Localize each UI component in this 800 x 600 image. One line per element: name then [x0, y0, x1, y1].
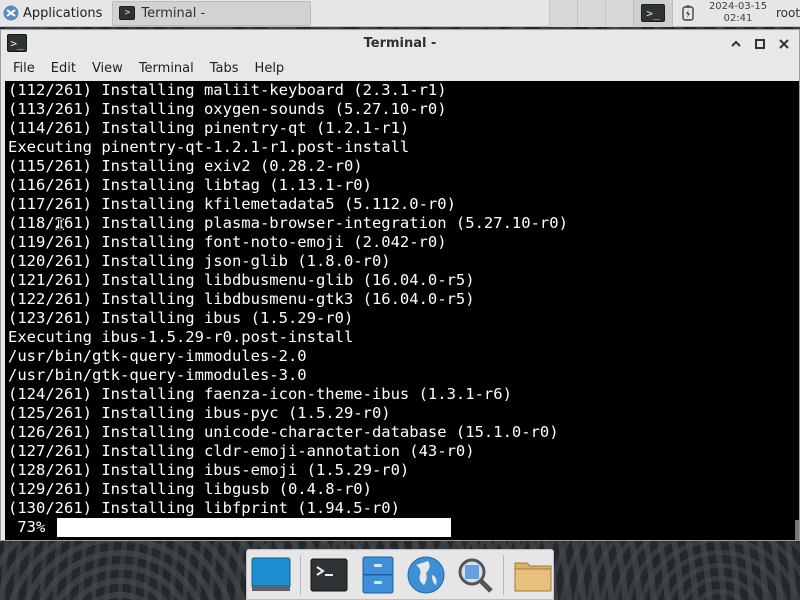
xfce-logo-icon — [3, 5, 19, 21]
app-finder-launcher[interactable] — [455, 553, 496, 597]
window-title: Terminal - — [363, 36, 437, 51]
window-titlebar[interactable]: Terminal - >_ — [1, 30, 799, 57]
terminal-line: (117/261) Installing kfilemetadata5 (5.1… — [8, 195, 456, 213]
dock-separator — [503, 554, 505, 595]
minimize-button[interactable] — [725, 33, 747, 55]
terminal-window: Terminal - >_ File Edit View Terminal Ta… — [0, 29, 800, 541]
power-manager-button[interactable] — [673, 0, 703, 27]
panel-terminal-launcher[interactable]: >_ — [633, 0, 673, 27]
terminal-line: (122/261) Installing libdbusmenu-gtk3 (1… — [8, 290, 475, 308]
web-browser-icon — [407, 556, 445, 593]
progress-row: 73% — [5, 518, 799, 537]
clock-date: 2024-03-15 — [708, 1, 768, 12]
close-button[interactable] — [773, 33, 795, 55]
terminal-line: Executing ibus-1.5.29-r0.post-install — [8, 328, 354, 346]
text-cursor-icon: I — [55, 215, 65, 234]
terminal-line: /usr/bin/gtk-query-immodules-2.0 — [8, 347, 307, 365]
menu-view[interactable]: View — [84, 57, 131, 81]
terminal-scrollbar[interactable] — [795, 81, 799, 540]
terminal-line: (129/261) Installing libgusb (0.4.8-r0) — [8, 480, 372, 498]
menu-edit[interactable]: Edit — [43, 57, 84, 81]
terminal-line: (125/261) Installing ibus-pyc (1.5.29-r0… — [8, 404, 391, 422]
terminal-icon: >_ — [641, 4, 665, 22]
workspace-switcher-3[interactable] — [605, 0, 633, 27]
terminal-line: (119/261) Installing font-noto-emoji (2.… — [8, 233, 447, 251]
close-icon — [779, 38, 789, 49]
window-controls — [725, 30, 795, 57]
terminal-line: (114/261) Installing pinentry-qt (1.2.1-… — [8, 119, 410, 137]
chevron-up-icon — [731, 40, 741, 47]
progress-fill — [57, 518, 452, 537]
menubar: File Edit View Terminal Tabs Help — [1, 57, 799, 81]
workspace-switcher-1[interactable] — [549, 0, 577, 27]
terminal-line: /usr/bin/gtk-query-immodules-3.0 — [8, 366, 307, 384]
taskbar-terminal-label: Terminal - — [141, 5, 206, 21]
terminal-line: (128/261) Installing ibus-emoji (1.5.29-… — [8, 461, 410, 479]
clock-time: 02:41 — [723, 13, 753, 24]
progress-bar — [57, 518, 597, 537]
terminal-line: (118/261) Installing plasma-browser-inte… — [8, 214, 568, 232]
web-browser-launcher[interactable] — [406, 553, 447, 597]
dock-separator — [299, 554, 301, 595]
terminal-line: (113/261) Installing oxygen-sounds (5.27… — [8, 100, 447, 118]
clock[interactable]: 2024-03-15 02:41 — [703, 0, 773, 27]
terminal-icon — [310, 558, 348, 591]
terminal-lines: (112/261) Installing maliit-keyboard (2.… — [8, 81, 799, 518]
file-manager-icon — [362, 556, 394, 593]
app-finder-icon — [458, 558, 493, 593]
menu-tabs[interactable]: Tabs — [202, 57, 247, 81]
menu-file[interactable]: File — [5, 57, 43, 81]
menu-help[interactable]: Help — [247, 57, 293, 81]
menu-terminal[interactable]: Terminal — [131, 57, 202, 81]
terminal-line: (120/261) Installing json-glib (1.8.0-r0… — [8, 252, 391, 270]
bottom-dock — [246, 549, 554, 600]
applications-menu-button[interactable]: Applications — [0, 0, 106, 27]
top-panel: Applications > Terminal - >_ 2024-03-15 … — [0, 0, 800, 27]
terminal-icon[interactable]: >_ — [7, 34, 27, 52]
scrollbar-thumb[interactable] — [795, 520, 799, 540]
terminal-icon: > — [119, 6, 136, 20]
terminal-line: (112/261) Installing maliit-keyboard (2.… — [8, 81, 447, 99]
maximize-icon — [755, 38, 765, 49]
user-menu[interactable]: root — [773, 6, 800, 20]
terminal-line: (130/261) Installing libfprint (1.94.5-r… — [8, 499, 400, 517]
show-desktop-icon — [251, 557, 291, 591]
taskbar-terminal-button[interactable]: > Terminal - — [112, 0, 312, 26]
terminal-line: (115/261) Installing exiv2 (0.28.2-r0) — [8, 157, 363, 175]
applications-label: Applications — [23, 5, 103, 21]
folder-icon — [514, 562, 552, 591]
terminal-line: (124/261) Installing faenza-icon-theme-i… — [8, 385, 512, 403]
show-desktop-button[interactable] — [251, 553, 292, 597]
terminal-line: (127/261) Installing cldr-emoji-annotati… — [8, 442, 475, 460]
progress-percent: 73% — [8, 518, 46, 536]
workspace-switcher-2[interactable] — [577, 0, 605, 27]
terminal-line: (116/261) Installing libtag (1.13.1-r0) — [8, 176, 372, 194]
terminal-output[interactable]: (112/261) Installing maliit-keyboard (2.… — [5, 81, 799, 540]
terminal-line: (123/261) Installing ibus (1.5.29-r0) — [8, 309, 354, 327]
terminal-line: (126/261) Installing unicode-character-d… — [8, 423, 559, 441]
battery-plug-icon — [682, 5, 694, 21]
folder-launcher[interactable] — [512, 553, 553, 597]
maximize-button[interactable] — [749, 33, 771, 55]
terminal-line: Executing pinentry-qt-1.2.1-r1.post-inst… — [8, 138, 410, 156]
terminal-line: (121/261) Installing libdbusmenu-glib (1… — [8, 271, 475, 289]
terminal-launcher[interactable] — [309, 553, 350, 597]
file-manager-launcher[interactable] — [357, 553, 398, 597]
